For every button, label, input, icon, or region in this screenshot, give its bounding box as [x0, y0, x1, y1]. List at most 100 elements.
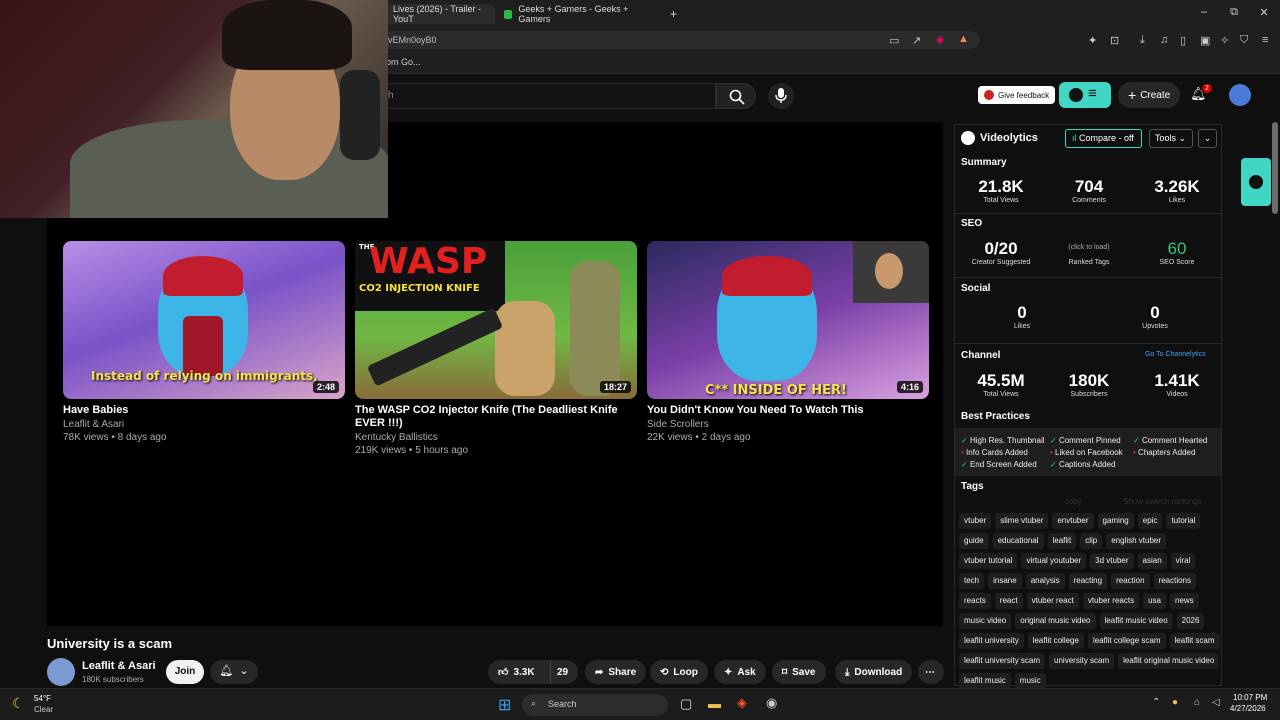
tag-chip[interactable]: guide — [959, 533, 989, 549]
join-button[interactable]: Join — [166, 660, 204, 684]
obs-icon[interactable]: ◉ — [766, 695, 777, 711]
media-icon[interactable]: ♫ — [1160, 34, 1168, 46]
tag-chip[interactable]: reacting — [1068, 573, 1108, 589]
task-view-icon[interactable]: ▢ — [680, 696, 692, 712]
sidebar-icon[interactable]: ▯ — [1180, 34, 1186, 47]
tag-chip[interactable]: educational — [992, 533, 1044, 549]
new-tab-button[interactable]: + — [662, 4, 685, 24]
tag-chip[interactable]: envtuber — [1052, 513, 1094, 529]
loop-button[interactable]: ⟲ Loop — [650, 660, 708, 684]
channel-name[interactable]: Leaflit & Asari — [63, 419, 345, 430]
tag-chip[interactable]: tech — [959, 573, 985, 589]
tag-chip[interactable]: vtuber — [959, 513, 992, 529]
video-thumbnail[interactable]: C** INSIDE OF HER! 4:16 — [647, 241, 929, 399]
tag-chip[interactable]: reacts — [959, 593, 991, 609]
tag-chip[interactable]: leaflit music — [959, 673, 1011, 689]
brave-shield-icon[interactable]: ◈ — [936, 33, 944, 46]
tag-chip[interactable]: viral — [1170, 553, 1196, 569]
close-button[interactable]: ✕ — [1254, 6, 1274, 19]
brave-rewards-icon[interactable]: ▲ — [958, 33, 969, 45]
tag-chip[interactable]: university scam — [1049, 653, 1115, 669]
tag-chip[interactable]: reactions — [1153, 573, 1197, 589]
tag-chip[interactable]: slime vtuber — [995, 513, 1049, 529]
channel-avatar[interactable] — [47, 658, 75, 686]
tools-dropdown[interactable]: Tools ⌄ — [1149, 129, 1193, 148]
tag-chip[interactable]: 2026 — [1176, 613, 1205, 629]
chevron-up-icon[interactable]: ⌃ — [1152, 697, 1160, 708]
show-search-rankings-button[interactable]: Show search rankings — [1123, 497, 1202, 506]
tag-chip[interactable]: 3d vtuber — [1090, 553, 1134, 569]
extensions-icon[interactable]: ✦ — [1088, 34, 1097, 47]
share-icon[interactable]: ↗ — [912, 34, 921, 47]
search-input[interactable]: ch — [370, 83, 716, 109]
collapse-panel-button[interactable]: ⌄ — [1198, 129, 1217, 148]
subscription-bell-button[interactable]: 🔔︎ ⌄ — [210, 660, 258, 684]
save-button[interactable]: ⌑ Save — [772, 660, 826, 684]
tag-chip[interactable]: leaflit college — [1027, 633, 1084, 649]
channel-name[interactable]: Side Scrollers — [647, 419, 929, 430]
file-explorer-icon[interactable]: ▬ — [708, 696, 721, 711]
tray-app-icon[interactable]: ● — [1172, 697, 1178, 708]
tag-chip[interactable]: reaction — [1111, 573, 1150, 589]
tab-trailer[interactable]: Lives (2026) - Trailer - YouT — [385, 4, 495, 24]
video-thumbnail[interactable]: THE WASP CO2 INJECTION KNIFE 18:27 — [355, 241, 637, 399]
share-button[interactable]: ➦ Share — [585, 660, 647, 684]
end-screen-card[interactable]: C** INSIDE OF HER! 4:16 You Didn't Know … — [647, 241, 929, 443]
video-title[interactable]: The WASP CO2 Injector Knife (The Deadlie… — [355, 404, 637, 430]
extension-2-icon[interactable]: ⊡ — [1110, 34, 1119, 47]
end-screen-card[interactable]: THE WASP CO2 INJECTION KNIFE 18:27 The W… — [355, 241, 637, 456]
tag-chip[interactable]: news — [1170, 593, 1199, 609]
tag-chip[interactable]: insane — [988, 573, 1022, 589]
tag-chip[interactable]: leaflit university scam — [959, 653, 1046, 669]
create-button[interactable]: + Create — [1118, 82, 1181, 108]
tag-chip[interactable]: usa — [1143, 593, 1166, 609]
tag-chip[interactable]: vtuber tutorial — [959, 553, 1018, 569]
volume-icon[interactable]: ◁ — [1212, 697, 1220, 708]
tag-chip[interactable]: clip — [1080, 533, 1103, 549]
tag-chip[interactable]: epic — [1137, 513, 1163, 529]
wallet-icon[interactable]: ▣ — [1200, 34, 1210, 47]
minimize-button[interactable]: – — [1194, 6, 1214, 18]
leo-ai-icon[interactable]: ✧ — [1220, 34, 1229, 47]
tag-chip[interactable]: music video — [959, 613, 1012, 629]
tag-chip[interactable]: leaflit original music video — [1118, 653, 1220, 669]
give-feedback-button[interactable]: Give feedback — [978, 86, 1056, 104]
more-actions-button[interactable]: ⋯ — [918, 660, 944, 684]
video-title[interactable]: Have Babies — [63, 404, 345, 417]
tag-chip[interactable]: leaflit university — [959, 633, 1024, 649]
maximize-button[interactable]: ⧉ — [1224, 6, 1244, 19]
brave-browser-icon[interactable]: ◈ — [737, 695, 747, 711]
copy-tags-button[interactable]: copy — [1065, 497, 1082, 506]
tab-geeks-gamers[interactable]: Geeks + Gamers - Geeks + Gamers — [496, 4, 661, 24]
videolytics-menu-button[interactable]: ≡ — [1059, 82, 1111, 108]
tag-chip[interactable]: react — [994, 593, 1023, 609]
bookmark-item[interactable]: om Go... — [386, 57, 421, 67]
cast-icon[interactable]: ▭ — [889, 34, 899, 47]
ask-button[interactable]: ✦ Ask — [714, 660, 766, 684]
tag-chip[interactable]: leaflit college scam — [1087, 633, 1166, 649]
tag-chip[interactable]: virtual youtuber — [1021, 553, 1087, 569]
videolytics-floating-button[interactable] — [1241, 158, 1271, 206]
tag-chip[interactable]: gaming — [1097, 513, 1134, 529]
download-button[interactable]: ⤓ Download — [835, 660, 913, 684]
voice-search-button[interactable] — [768, 83, 794, 109]
search-button[interactable] — [716, 83, 756, 109]
channel-name[interactable]: Leaflit & Asari — [82, 660, 156, 672]
end-screen-card[interactable]: Instead of relying on immigrants, 2:48 H… — [63, 241, 345, 443]
vpn-icon[interactable]: ⛉ — [1240, 34, 1248, 47]
channelytics-link[interactable]: Go To Channelytics — [1145, 351, 1206, 358]
tag-chip[interactable]: vtuber react — [1026, 593, 1079, 609]
tag-chip[interactable]: analysis — [1025, 573, 1065, 589]
windows-start-icon[interactable]: ⊞ — [498, 695, 511, 715]
tag-chip[interactable]: asian — [1137, 553, 1167, 569]
tag-chip[interactable]: leaflit — [1047, 533, 1077, 549]
tag-chip[interactable]: music — [1014, 673, 1046, 689]
video-thumbnail[interactable]: Instead of relying on immigrants, 2:48 — [63, 241, 345, 399]
channel-name[interactable]: Kentucky Ballistics — [355, 432, 637, 443]
page-scrollbar[interactable] — [1272, 122, 1278, 214]
dislike-button[interactable]: 29 — [550, 660, 578, 684]
download-icon[interactable]: ⤓ — [1140, 34, 1145, 47]
seo-ranked-tags[interactable]: (click to load) Ranked Tags — [1049, 244, 1129, 266]
tag-chip[interactable]: tutorial — [1166, 513, 1201, 529]
clock-time[interactable]: 10:07 PM — [1233, 693, 1267, 702]
